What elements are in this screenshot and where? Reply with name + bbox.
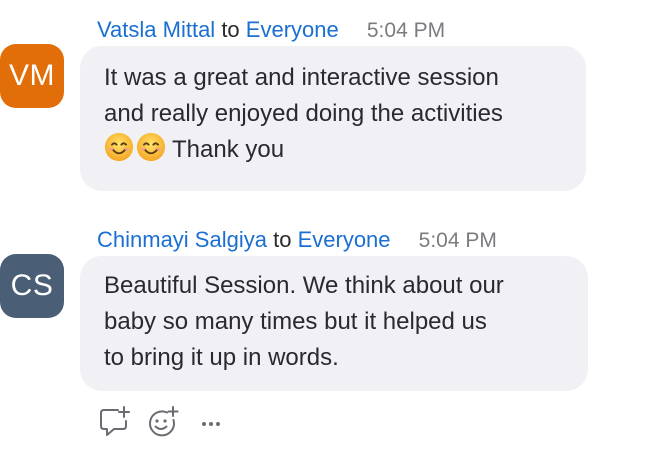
message-text-line: to bring it up in words. xyxy=(104,344,339,371)
avatar[interactable]: CS xyxy=(0,254,64,318)
message-header: Chinmayi Salgiya to Everyone 5:04 PM xyxy=(97,224,497,256)
to-label: to xyxy=(221,17,240,42)
recipient-name[interactable]: Everyone xyxy=(246,17,339,42)
to-label: to xyxy=(273,227,292,252)
message-text-line: Beautiful Session. We think about our xyxy=(104,272,504,299)
sender-name[interactable]: Vatsla Mittal xyxy=(97,17,215,42)
chat-panel: VM Vatsla Mittal to Everyone 5:04 PM It … xyxy=(0,0,668,450)
timestamp: 5:04 PM xyxy=(366,19,446,42)
message-text: Thank you xyxy=(172,136,285,163)
message-text-line: It was a great and interactive session xyxy=(104,64,499,91)
timestamp: 5:04 PM xyxy=(418,229,497,252)
message-text-line: Thank you xyxy=(104,132,562,168)
message-bubble[interactable]: It was a great and interactive session a… xyxy=(80,46,586,191)
sender-name[interactable]: Chinmayi Salgiya xyxy=(97,227,267,252)
smiling-face-emoji-icon xyxy=(104,132,134,162)
message-text-line: and really enjoyed doing the activities xyxy=(104,100,503,127)
smiling-face-emoji-icon xyxy=(136,132,166,162)
message-header: Vatsla Mittal to Everyone 5:04 PM xyxy=(97,14,445,46)
avatar[interactable]: VM xyxy=(0,44,64,108)
reply-in-thread-icon[interactable] xyxy=(97,404,133,440)
message-bubble[interactable]: Beautiful Session. We think about our ba… xyxy=(80,256,588,391)
more-options-icon[interactable] xyxy=(195,404,231,440)
add-reaction-icon[interactable] xyxy=(145,404,181,440)
message-text-line: baby so many times but it helped us xyxy=(104,308,487,335)
recipient-name[interactable]: Everyone xyxy=(298,227,391,252)
